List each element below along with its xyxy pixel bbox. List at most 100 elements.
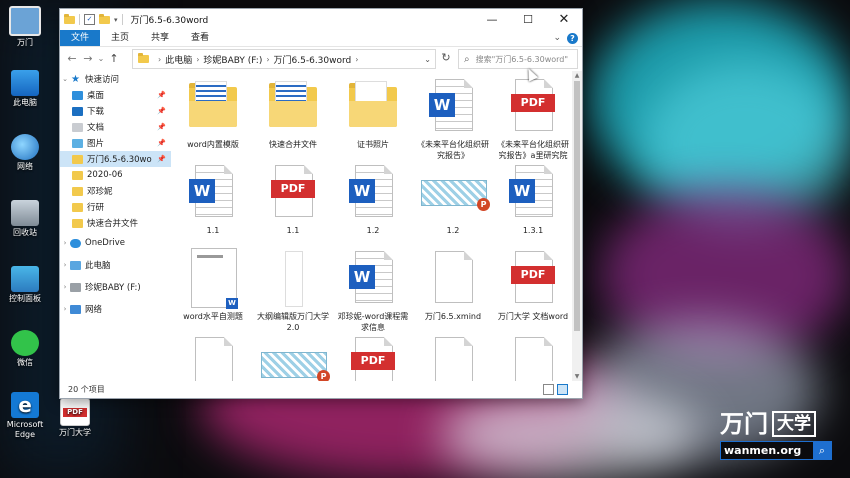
properties-icon[interactable]: ✓ [84,14,95,25]
pin-icon: 📌 [157,155,166,163]
file-name: 1.1 [206,226,220,235]
details-view-icon[interactable] [543,384,554,395]
file-item[interactable] [174,329,252,381]
new-folder-icon[interactable] [99,13,110,24]
search-input[interactable]: ⌕ 搜索"万门6.5-6.30word" [458,49,578,69]
file-item[interactable]: 万门6.5.xmind [414,243,492,322]
nav-drive-f[interactable]: › 珍妮BABY (F:) [60,279,171,295]
recycle-bin-icon [11,200,39,226]
word-document-icon: W [349,251,393,307]
file-item[interactable]: W 邓珍妮-word课程需求信息 [334,243,412,333]
quick-access-toolbar-dropdown-icon[interactable]: ▾ [114,16,118,24]
address-dropdown-icon[interactable]: ⌄ [424,55,435,64]
nav-quick-access[interactable]: ⌄ ★ 快速访问 [60,71,171,87]
scroll-up-icon[interactable]: ▲ [572,72,582,79]
breadcrumb-this-pc[interactable]: 此电脑 [165,53,192,66]
address-bar[interactable]: › 此电脑 › 珍妮BABY (F:) › 万门6.5-6.30word › ⌄ [132,49,436,69]
nav-pictures[interactable]: 图片 📌 [60,135,171,151]
desktop-shortcut-wechat[interactable]: 微信 [0,330,50,368]
refresh-icon[interactable]: ↻ [438,51,454,64]
up-arrow-icon[interactable]: ↑ [106,52,122,65]
nav-folder-2020-06[interactable]: 2020-06 [60,167,171,183]
item-count: 20 个项目 [68,385,105,394]
nav-downloads[interactable]: 下载 📌 [60,103,171,119]
nav-this-pc[interactable]: › 此电脑 [60,257,171,273]
desktop-shortcut-this-pc[interactable]: 此电脑 [0,70,50,108]
wanmen-logo: 万门 大学 wanmen.org ⌕ [720,410,832,460]
nav-desktop[interactable]: 桌面 📌 [60,87,171,103]
file-item[interactable]: W 1.3.1 [494,157,571,236]
file-item[interactable]: W 1.1 [174,157,252,236]
file-item[interactable]: word内置模版 [174,71,252,150]
tab-file[interactable]: 文件 [60,30,101,46]
file-item[interactable]: PDF [334,329,412,381]
nav-folder-hangyan[interactable]: 行研 [60,199,171,215]
close-button[interactable]: ✕ [546,9,582,30]
scroll-down-icon[interactable]: ▼ [572,373,582,380]
file-item[interactable]: P 1.2 [414,157,492,236]
word-thumbnail-icon: W [191,248,238,309]
file-name: 1.1 [286,226,300,235]
minimize-button[interactable]: — [474,9,510,30]
desktop-shortcut-control-panel[interactable]: 控制面板 [0,266,50,304]
forward-arrow-icon[interactable]: → [80,52,96,65]
star-icon: ★ [71,73,80,85]
file-name: 1.2 [446,226,460,235]
folder-icon [72,186,83,196]
file-item[interactable]: W 《未来平台化组织研究报告》 [414,71,492,161]
file-item[interactable] [414,329,492,381]
vertical-scrollbar[interactable]: ▲ ▼ [572,71,582,381]
scrollbar-thumb[interactable] [574,81,580,331]
file-name: 1.2 [366,226,380,235]
desktop-shortcut-recycle-bin[interactable]: 回收站 [0,200,50,238]
desktop-shortcut-wanmen-pdf[interactable]: PDF 万门大学 [50,398,100,438]
maximize-button[interactable]: ☐ [510,9,546,30]
title-bar[interactable]: ✓ ▾ 万门6.5-6.30word — ☐ ✕ [60,9,582,30]
file-name: 快速合并文件 [269,140,317,149]
nav-network[interactable]: › 网络 [60,301,171,317]
file-name: word水平自测题 [183,312,243,321]
file-item[interactable]: PDF 1.1 [254,157,332,236]
desktop-shortcut-edge[interactable]: e Microsoft Edge [0,392,50,440]
pin-icon: 📌 [157,91,166,99]
folder-icon [72,170,83,180]
file-item[interactable]: 大纲编辑版万门大学2.0 [254,243,332,333]
file-item[interactable] [494,329,571,381]
breadcrumb-drive[interactable]: 珍妮BABY (F:) [203,53,262,66]
control-panel-icon [11,266,39,292]
cloud-icon [70,238,81,248]
desktop-shortcut-wanmen[interactable]: 万门 [0,6,50,48]
navigation-pane: ⌄ ★ 快速访问 桌面 📌 下载 📌 文档 📌 图片 📌 万门6.5-6.30wo 📌 202… [60,71,171,381]
pdf-file-icon: PDF [60,398,90,426]
file-item[interactable]: PDF 《未来平台化组织研究报告》a里研究院 [494,71,571,161]
recent-locations-icon[interactable]: ⌄ [96,54,106,63]
drive-icon [70,282,81,292]
nav-documents[interactable]: 文档 📌 [60,119,171,135]
file-item[interactable]: 证书照片 [334,71,412,150]
nav-current-folder[interactable]: 万门6.5-6.30wo 📌 [60,151,171,167]
tab-view[interactable]: 查看 [180,30,220,46]
file-item[interactable]: 快速合并文件 [254,71,332,150]
nav-folder-quick-merge[interactable]: 快速合并文件 [60,215,171,231]
folder-icon [269,79,317,135]
file-item[interactable]: Wword水平自测题 [174,243,252,322]
file-item[interactable]: PDF 万门大学 文档word [494,243,571,322]
breadcrumb-current-folder[interactable]: 万门6.5-6.30word [274,53,352,66]
help-icon[interactable]: ? [567,32,578,44]
desktop-shortcut-network[interactable]: 网络 [0,134,50,172]
powerpoint-thumbnail-icon: P [261,337,330,381]
expand-ribbon-icon[interactable]: ⌄ [553,33,561,43]
nav-folder-dengzhenni[interactable]: 邓珍妮 [60,183,171,199]
blank-file-icon [513,337,553,381]
file-item[interactable]: P [254,329,332,381]
pdf-document-icon: PDF [351,337,395,381]
tab-share[interactable]: 共享 [140,30,180,46]
large-icons-view-icon[interactable] [557,384,568,395]
nav-onedrive[interactable]: › OneDrive [60,235,171,251]
file-grid: word内置模版 快速合并文件 证书照片 W 《未来平台化组织研究报告》 PDF 《未来平台… [174,71,571,381]
back-arrow-icon[interactable]: ← [64,52,80,65]
tab-home[interactable]: 主页 [100,30,140,46]
file-item[interactable]: W 1.2 [334,157,412,236]
pdf-document-icon: PDF [511,79,555,135]
folder-icon [72,218,83,228]
